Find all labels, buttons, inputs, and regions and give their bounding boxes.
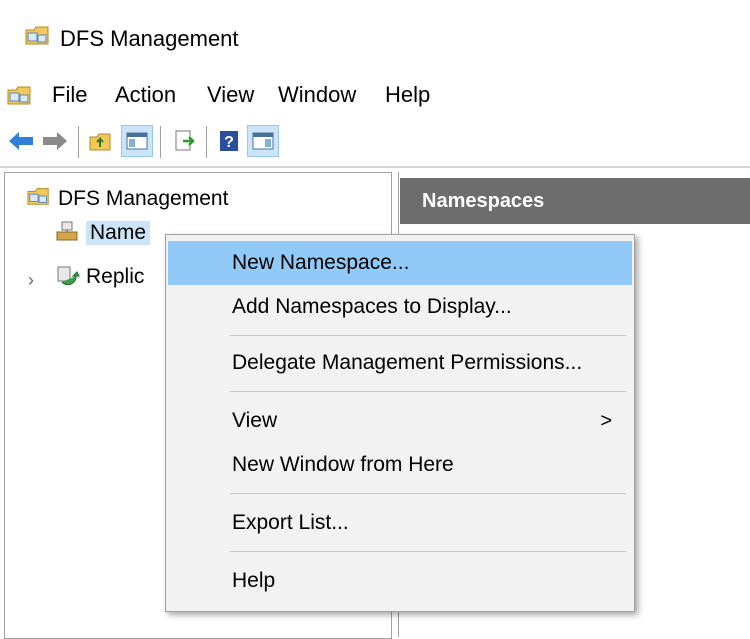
menu-item-view[interactable]: View > [168, 399, 632, 443]
results-pane-header: Namespaces [400, 178, 750, 224]
expand-chevron-icon[interactable]: › [28, 270, 34, 291]
replication-icon [54, 262, 80, 292]
toolbar-separator [160, 126, 161, 158]
menu-item-label: Add Namespaces to Display... [232, 295, 512, 318]
tree-item-label: Replic [86, 265, 145, 288]
menu-item-add-namespaces-to-display[interactable]: Add Namespaces to Display... [168, 285, 632, 329]
menu-item-label: Export List... [232, 511, 349, 534]
export-list-icon[interactable] [170, 126, 200, 156]
menu-action[interactable]: Action [113, 82, 178, 108]
submenu-arrow-icon: > [600, 409, 612, 432]
toolbar-separator [206, 126, 207, 158]
dfs-folder-icon [26, 184, 52, 214]
menu-view[interactable]: View [205, 82, 256, 108]
svg-text:?: ? [224, 134, 234, 151]
system-menu-icon[interactable] [6, 82, 34, 113]
menu-item-new-window-from-here[interactable]: New Window from Here [168, 443, 632, 487]
title-bar: DFS Management [0, 0, 750, 68]
menu-separator [230, 551, 626, 552]
menu-file[interactable]: File [50, 82, 89, 108]
menu-help[interactable]: Help [383, 82, 432, 108]
context-menu: New Namespace... Add Namespaces to Displ… [165, 234, 635, 612]
menu-window[interactable]: Window [276, 82, 358, 108]
help-icon[interactable]: ? [214, 126, 244, 156]
forward-icon[interactable] [40, 126, 70, 156]
menu-separator [230, 335, 626, 336]
menu-item-label: View [232, 409, 278, 432]
tree-item-namespaces[interactable]: Name [54, 218, 151, 248]
toolbar-separator [78, 126, 79, 158]
namespaces-icon [54, 218, 80, 248]
tree-item-label: DFS Management [58, 187, 229, 210]
menu-item-new-namespace[interactable]: New Namespace... [168, 241, 632, 285]
menu-item-label: New Namespace... [232, 251, 410, 274]
menu-item-label: Delegate Management Permissions... [232, 351, 583, 374]
menu-item-export-list[interactable]: Export List... [168, 501, 632, 545]
menu-separator [230, 493, 626, 494]
back-icon[interactable] [6, 126, 36, 156]
tree-item-label: Name [86, 221, 151, 245]
menu-separator [230, 391, 626, 392]
results-pane-title: Namespaces [422, 189, 545, 212]
menu-item-label: New Window from Here [232, 453, 454, 476]
toolbar-divider [0, 166, 750, 168]
menu-item-help[interactable]: Help [168, 559, 632, 603]
tree-item-dfs-management[interactable]: DFS Management [26, 184, 228, 214]
menu-item-delegate-management-permissions[interactable]: Delegate Management Permissions... [168, 341, 632, 385]
tree-item-replication[interactable]: Replic [54, 262, 144, 292]
menu-item-label: Help [232, 569, 276, 592]
show-hide-action-pane-icon[interactable] [247, 125, 279, 157]
dfs-app-icon [24, 22, 52, 53]
show-hide-tree-icon[interactable] [121, 125, 153, 157]
up-folder-icon[interactable] [86, 126, 116, 156]
window-title: DFS Management [60, 26, 239, 51]
